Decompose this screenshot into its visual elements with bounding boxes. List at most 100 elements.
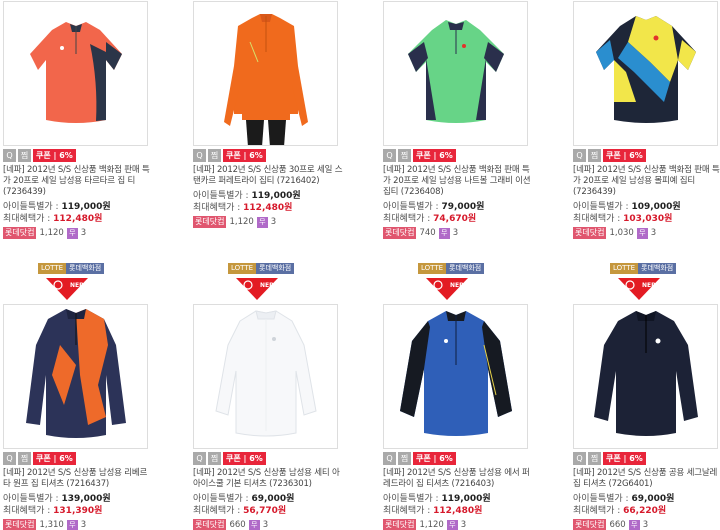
heart-icon[interactable]: 찜 — [588, 149, 601, 162]
product-image[interactable] — [193, 304, 338, 449]
nepa-logo: NEPA — [426, 278, 468, 300]
review-count: 3 — [270, 217, 277, 227]
price-value: 139,000원 — [61, 494, 111, 504]
product-title[interactable]: [네파] 2012년 S/S 신상품 백화점 판매 특가 20프로 세일 남성용… — [383, 165, 533, 198]
lotte-store-label: 롯데백화점 — [66, 263, 105, 274]
product-image[interactable] — [383, 1, 528, 146]
product-title[interactable]: [네파] 2012년 S/S 신상품 남성용 세티 아 아이스쿨 기본 티셔츠 … — [193, 468, 343, 490]
price-value: 119,000원 — [441, 494, 491, 504]
coupon-badge[interactable]: 쿠폰 | 6% — [413, 149, 456, 162]
meta-row: 롯데닷컴 660 무 3 — [573, 519, 648, 530]
coupon-badge[interactable]: 쿠폰 | 6% — [33, 149, 76, 162]
magnifier-icon[interactable]: Q — [193, 452, 206, 465]
store-badge[interactable]: 롯데닷컴 — [383, 227, 417, 239]
price-label: 아이들특별가 : — [193, 191, 252, 201]
store-badge[interactable]: 롯데닷컴 — [193, 519, 227, 530]
magnifier-icon[interactable]: Q — [3, 452, 16, 465]
magnifier-icon[interactable]: Q — [383, 452, 396, 465]
meta-row: 롯데닷컴 1,120 무 3 — [193, 216, 276, 228]
benefit-label: 최대혜택가 : — [383, 506, 434, 516]
heart-icon[interactable]: 찜 — [398, 452, 411, 465]
rating-count: 1,120 — [39, 228, 64, 238]
product-title[interactable]: [네파] 2012년 S/S 신상품 남성용 에서 퍼레드라이 집 티셔츠 (7… — [383, 468, 533, 490]
review-count: 3 — [262, 520, 269, 530]
price-row: 아이들특별가 : 109,000원 — [573, 202, 681, 213]
lotte-badge: LOTTE 롯데백화점 — [38, 263, 110, 274]
heart-icon[interactable]: 찜 — [18, 149, 31, 162]
price-value: 69,000원 — [251, 494, 295, 504]
benefit-label: 최대혜택가 : — [3, 506, 54, 516]
price-value: 79,000원 — [441, 202, 485, 212]
review-count: 3 — [80, 520, 87, 530]
benefit-value: 112,480원 — [433, 506, 483, 516]
rating-count: 1,030 — [609, 228, 634, 238]
magnifier-icon[interactable]: Q — [193, 149, 206, 162]
product-title[interactable]: [네파] 2012년 S/S 신상품 백화점 판매 특가 20프로 세일 남성용… — [573, 165, 720, 198]
product-title[interactable]: [네파] 2012년 S/S 신상품 남성용 리베르 타 원프 집 티셔츠 (7… — [3, 468, 153, 490]
product-image[interactable] — [193, 1, 338, 146]
price-label: 아이들특별가 : — [573, 202, 632, 212]
lotte-store-label: 롯데백화점 — [638, 263, 677, 274]
coupon-badge[interactable]: 쿠폰 | 6% — [603, 149, 646, 162]
heart-icon[interactable]: 찜 — [208, 452, 221, 465]
product-image[interactable] — [3, 304, 148, 449]
product-image[interactable] — [3, 1, 148, 146]
store-badge[interactable]: 롯데닷컴 — [3, 519, 37, 530]
heart-icon[interactable]: 찜 — [208, 149, 221, 162]
meta-row: 롯데닷컴 740 무 3 — [383, 227, 458, 239]
rating-count: 1,120 — [419, 520, 444, 530]
heart-icon[interactable]: 찜 — [18, 452, 31, 465]
magnifier-icon[interactable]: Q — [573, 452, 586, 465]
product-title[interactable]: [네파] 2012년 S/S 신상품 백화점 판매 특가 20프로 세일 남성용… — [3, 165, 153, 198]
price-label: 아이들특별가 : — [3, 494, 62, 504]
lotte-label: LOTTE — [610, 263, 639, 274]
price-label: 아이들특별가 : — [383, 202, 442, 212]
rating-count: 1,120 — [229, 217, 254, 227]
coupon-badge[interactable]: 쿠폰 | 6% — [223, 149, 266, 162]
coupon-badge[interactable]: 쿠폰 | 6% — [223, 452, 266, 465]
product-title[interactable]: [네파] 2012년 S/S 신상품 30프로 세일 스탠카르 퍼레트라이 집티… — [193, 165, 343, 187]
magnifier-icon[interactable]: Q — [383, 149, 396, 162]
product-image[interactable] — [383, 304, 528, 449]
magnifier-icon[interactable]: Q — [573, 149, 586, 162]
nepa-logo: NEPA — [236, 278, 278, 300]
benefit-row: 최대혜택가 : 131,390원 — [3, 506, 102, 517]
benefit-row: 최대혜택가 : 112,480원 — [383, 506, 482, 517]
lotte-label: LOTTE — [418, 263, 447, 274]
rating-count: 660 — [229, 520, 246, 530]
coupon-badge[interactable]: 쿠폰 | 6% — [413, 452, 456, 465]
free-shipping-badge: 무 — [66, 227, 78, 239]
coupon-badge[interactable]: 쿠폰 | 6% — [33, 452, 76, 465]
review-count: 3 — [460, 520, 467, 530]
brand-badge: LOTTE 롯데백화점 NEPA — [418, 263, 490, 303]
rating-count: 1,310 — [39, 520, 64, 530]
benefit-row: 최대혜택가 : 112,480원 — [3, 214, 102, 225]
benefit-label: 최대혜택가 : — [193, 203, 244, 213]
rating-count: 740 — [419, 228, 436, 238]
nepa-text: NEPA — [260, 282, 278, 289]
benefit-row: 최대혜택가 : 74,670원 — [383, 214, 476, 225]
heart-icon[interactable]: 찜 — [398, 149, 411, 162]
lotte-label: LOTTE — [38, 263, 67, 274]
benefit-value: 112,480원 — [243, 203, 293, 213]
free-shipping-badge: 무 — [248, 519, 260, 530]
lotte-badge: LOTTE 롯데백화점 — [610, 263, 682, 274]
price-label: 아이들특별가 : — [193, 494, 252, 504]
price-row: 아이들특별가 : 69,000원 — [193, 494, 294, 505]
price-value: 69,000원 — [631, 494, 675, 504]
product-image[interactable] — [573, 304, 718, 449]
store-badge[interactable]: 롯데닷컴 — [193, 216, 227, 228]
nepa-text: NEPA — [642, 282, 660, 289]
coupon-badge[interactable]: 쿠폰 | 6% — [603, 452, 646, 465]
store-badge[interactable]: 롯데닷컴 — [3, 227, 37, 239]
store-badge[interactable]: 롯데닷컴 — [383, 519, 417, 530]
store-badge[interactable]: 롯데닷컴 — [573, 519, 607, 530]
rating-count: 660 — [609, 520, 626, 530]
magnifier-icon[interactable]: Q — [3, 149, 16, 162]
heart-icon[interactable]: 찜 — [588, 452, 601, 465]
benefit-value: 56,770원 — [243, 506, 287, 516]
product-title[interactable]: [네파] 2012년 S/S 신상품 공용 세그날레 집 티셔츠 (72G640… — [573, 468, 720, 490]
product-image[interactable] — [573, 1, 718, 146]
benefit-value: 131,390원 — [53, 506, 103, 516]
store-badge[interactable]: 롯데닷컴 — [573, 227, 607, 239]
